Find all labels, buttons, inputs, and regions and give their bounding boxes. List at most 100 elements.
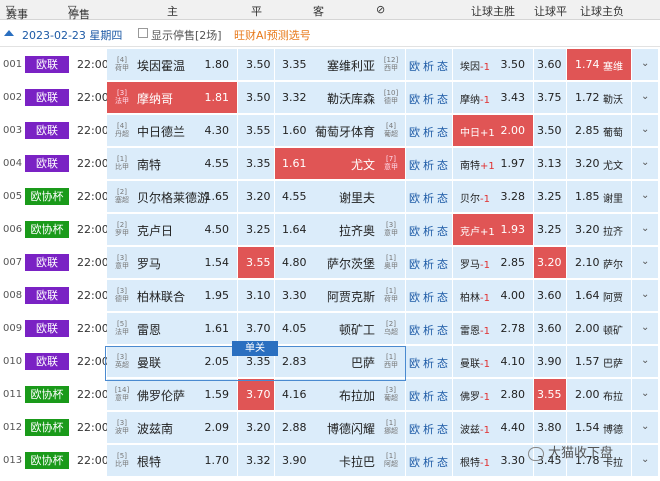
trend-link[interactable]: 态 [437,256,448,272]
handicap-home-lose-cell[interactable]: 1.74 塞维 [567,49,631,80]
handicap-home-win-cell[interactable]: 南特+1 1.97 [453,148,533,179]
handicap-draw-cell[interactable]: 3.75 [534,82,566,113]
draw-cell[interactable]: 3.55 [238,115,274,146]
trend-link[interactable]: 态 [437,190,448,206]
league-badge[interactable]: 欧联 [25,353,69,370]
league-badge[interactable]: 欧联 [25,254,69,271]
euro-odds-link[interactable]: 欧 [409,124,420,140]
away-win-cell[interactable]: 3.35 塞维利亚 [12] 西甲 [275,49,405,80]
handicap-home-win-cell[interactable]: 波兹-1 4.40 [453,412,533,443]
expand-more-button[interactable]: ⌄ [632,49,658,80]
away-win-cell[interactable]: 4.16 布拉加 [3] 葡超 [275,379,405,410]
trend-link[interactable]: 态 [437,421,448,437]
draw-cell[interactable]: 3.50 [238,82,274,113]
handicap-draw-cell[interactable]: 3.20 [534,247,566,278]
league-badge[interactable]: 欧联 [25,155,69,172]
trend-link[interactable]: 态 [437,322,448,338]
trend-link[interactable]: 态 [437,124,448,140]
euro-odds-link[interactable]: 欧 [409,58,420,74]
euro-odds-link[interactable]: 欧 [409,388,420,404]
away-win-cell[interactable]: 2.88 博德闪耀 [1] 挪超 [275,412,405,443]
trend-link[interactable]: 态 [437,157,448,173]
handicap-draw-cell[interactable]: 3.50 [534,115,566,146]
league-badge[interactable]: 欧协杯 [25,419,69,436]
euro-odds-link[interactable]: 欧 [409,421,420,437]
home-win-cell[interactable]: [3] 德甲 柏林联合 1.95 [107,280,237,311]
home-win-cell[interactable]: [1] 比甲 南特 4.55 [107,148,237,179]
handicap-home-win-cell[interactable]: 摩纳-1 3.43 [453,82,533,113]
handicap-home-lose-cell[interactable]: 1.64 阿贾 [567,280,631,311]
draw-cell[interactable]: 3.20 [238,181,274,212]
handicap-home-win-cell[interactable]: 中日+1 2.00 [453,115,533,146]
trend-link[interactable]: 态 [437,91,448,107]
expand-more-button[interactable]: ⌄ [632,247,658,278]
away-win-cell[interactable]: 2.83 巴萨 [1] 西甲 [275,346,405,377]
stop-filter[interactable]: 停售 ▽ [68,3,90,21]
expand-more-button[interactable]: ⌄ [632,148,658,179]
expand-more-button[interactable]: ⌄ [632,214,658,245]
league-badge[interactable]: 欧协杯 [25,188,69,205]
euro-odds-link[interactable]: 欧 [409,190,420,206]
handicap-home-lose-cell[interactable]: 2.10 萨尔 [567,247,631,278]
draw-cell[interactable]: 3.70 [238,379,274,410]
handicap-home-win-cell[interactable]: 埃因-1 3.50 [453,49,533,80]
home-win-cell[interactable]: [4] 丹超 中日德兰 4.30 [107,115,237,146]
league-badge[interactable]: 欧协杯 [25,452,69,469]
expand-more-button[interactable]: ⌄ [632,115,658,146]
analysis-link[interactable]: 析 [423,322,434,338]
handicap-draw-cell[interactable]: 3.60 [534,313,566,344]
expand-more-button[interactable]: ⌄ [632,445,658,476]
euro-odds-link[interactable]: 欧 [409,289,420,305]
analysis-link[interactable]: 析 [423,355,434,371]
draw-cell[interactable]: 3.70 [238,313,274,344]
away-win-cell[interactable]: 4.05 顿矿工 [2] 乌超 [275,313,405,344]
handicap-home-win-cell[interactable]: 柏林-1 4.00 [453,280,533,311]
away-win-cell[interactable]: 4.80 萨尔茨堡 [1] 奥甲 [275,247,405,278]
trend-link[interactable]: 态 [437,454,448,470]
away-win-cell[interactable]: 3.32 勒沃库森 [10] 德甲 [275,82,405,113]
draw-cell[interactable]: 3.32 [238,445,274,476]
league-badge[interactable]: 欧联 [25,89,69,106]
analysis-link[interactable]: 析 [423,58,434,74]
euro-odds-link[interactable]: 欧 [409,157,420,173]
handicap-home-lose-cell[interactable]: 2.85 葡萄 [567,115,631,146]
league-filter[interactable]: 赛事 ▽ [6,3,28,21]
handicap-home-win-cell[interactable]: 佛罗-1 2.80 [453,379,533,410]
analysis-link[interactable]: 析 [423,454,434,470]
handicap-home-lose-cell[interactable]: 1.57 巴萨 [567,346,631,377]
handicap-home-win-cell[interactable]: 罗马-1 2.85 [453,247,533,278]
analysis-link[interactable]: 析 [423,223,434,239]
draw-cell[interactable]: 3.55 [238,247,274,278]
league-badge[interactable]: 欧联 [25,56,69,73]
analysis-link[interactable]: 析 [423,124,434,140]
handicap-home-win-cell[interactable]: 克卢+1 1.93 [453,214,533,245]
handicap-home-lose-cell[interactable]: 3.20 尤文 [567,148,631,179]
ai-prediction-link[interactable]: 旺财AI预测选号 [234,27,311,43]
away-win-cell[interactable]: 4.55 谢里夫 [275,181,405,212]
handicap-home-lose-cell[interactable]: 1.85 谢里 [567,181,631,212]
expand-more-button[interactable]: ⌄ [632,313,658,344]
euro-odds-link[interactable]: 欧 [409,223,420,239]
handicap-home-lose-cell[interactable]: 2.00 布拉 [567,379,631,410]
handicap-draw-cell[interactable]: 3.60 [534,49,566,80]
expand-more-button[interactable]: ⌄ [632,280,658,311]
analysis-link[interactable]: 析 [423,289,434,305]
analysis-link[interactable]: 析 [423,190,434,206]
home-win-cell[interactable]: [2] 塞超 贝尔格莱德游 1.65 [107,181,237,212]
league-badge[interactable]: 欧联 [25,122,69,139]
expand-more-button[interactable]: ⌄ [632,346,658,377]
trend-link[interactable]: 态 [437,388,448,404]
home-win-cell[interactable]: [3] 法甲 摩纳哥 1.81 [107,82,237,113]
handicap-home-lose-cell[interactable]: 2.00 顿矿 [567,313,631,344]
draw-cell[interactable]: 3.25 [238,214,274,245]
euro-odds-link[interactable]: 欧 [409,454,420,470]
away-win-cell[interactable]: 1.61 尤文 [7] 意甲 [275,148,405,179]
handicap-home-lose-cell[interactable]: 1.54 博德 [567,412,631,443]
euro-odds-link[interactable]: 欧 [409,355,420,371]
analysis-link[interactable]: 析 [423,421,434,437]
draw-cell[interactable]: 3.20 [238,412,274,443]
handicap-home-win-cell[interactable]: 根特-1 3.30 [453,445,533,476]
league-badge[interactable]: 欧联 [25,287,69,304]
handicap-draw-cell[interactable]: 3.80 [534,412,566,443]
expand-more-button[interactable]: ⌄ [632,181,658,212]
